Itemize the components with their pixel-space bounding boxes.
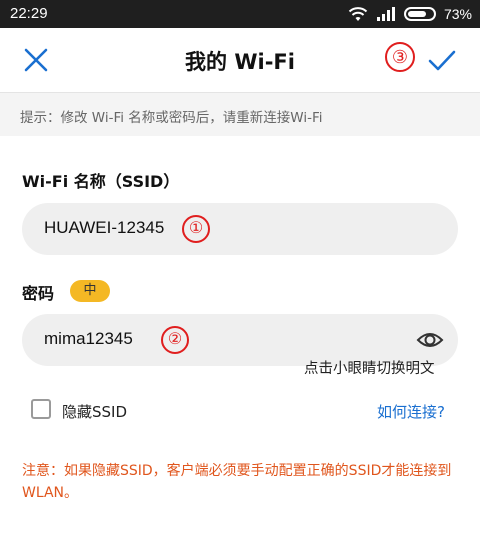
password-strength-badge: 中 bbox=[70, 280, 110, 302]
eye-toggle-hint: 点击小眼睛切换明文 bbox=[304, 361, 435, 377]
signal-icon bbox=[376, 7, 395, 21]
wifi-icon bbox=[348, 7, 368, 21]
ssid-input[interactable]: HUAWEI-12345 ① bbox=[22, 203, 458, 255]
how-to-connect-link[interactable]: 如何连接? bbox=[377, 401, 445, 422]
password-value: mima12345 bbox=[44, 329, 133, 348]
eye-icon[interactable] bbox=[416, 328, 444, 352]
annotation-1: ① bbox=[182, 215, 210, 243]
annotation-2: ② bbox=[161, 326, 189, 354]
hint-text: 提示：修改 Wi-Fi 名称或密码后，请重新连接Wi-Fi bbox=[20, 110, 323, 126]
check-icon[interactable] bbox=[426, 44, 458, 76]
warning-note: 注意：如果隐藏SSID，客户端必须要手动配置正确的SSID才能连接到WLAN。 bbox=[22, 463, 452, 501]
status-time: 22:29 bbox=[10, 5, 48, 22]
hide-ssid-checkbox[interactable] bbox=[31, 399, 51, 419]
ssid-label: Wi-Fi 名称（SSID） bbox=[22, 172, 180, 191]
status-bar: 22:29 73% bbox=[0, 0, 480, 28]
annotation-3: ③ bbox=[385, 42, 415, 72]
title-bar: 我的 Wi-Fi ③ bbox=[0, 28, 480, 92]
status-icons: 73% bbox=[348, 4, 472, 24]
ssid-value: HUAWEI-12345 bbox=[44, 218, 165, 237]
battery-percent: 73% bbox=[443, 6, 472, 22]
battery-icon bbox=[403, 7, 436, 21]
password-label: 密码 bbox=[22, 284, 55, 303]
hint-banner: 提示：修改 Wi-Fi 名称或密码后，请重新连接Wi-Fi bbox=[0, 92, 480, 136]
hide-ssid-label[interactable]: 隐藏SSID bbox=[62, 401, 127, 422]
